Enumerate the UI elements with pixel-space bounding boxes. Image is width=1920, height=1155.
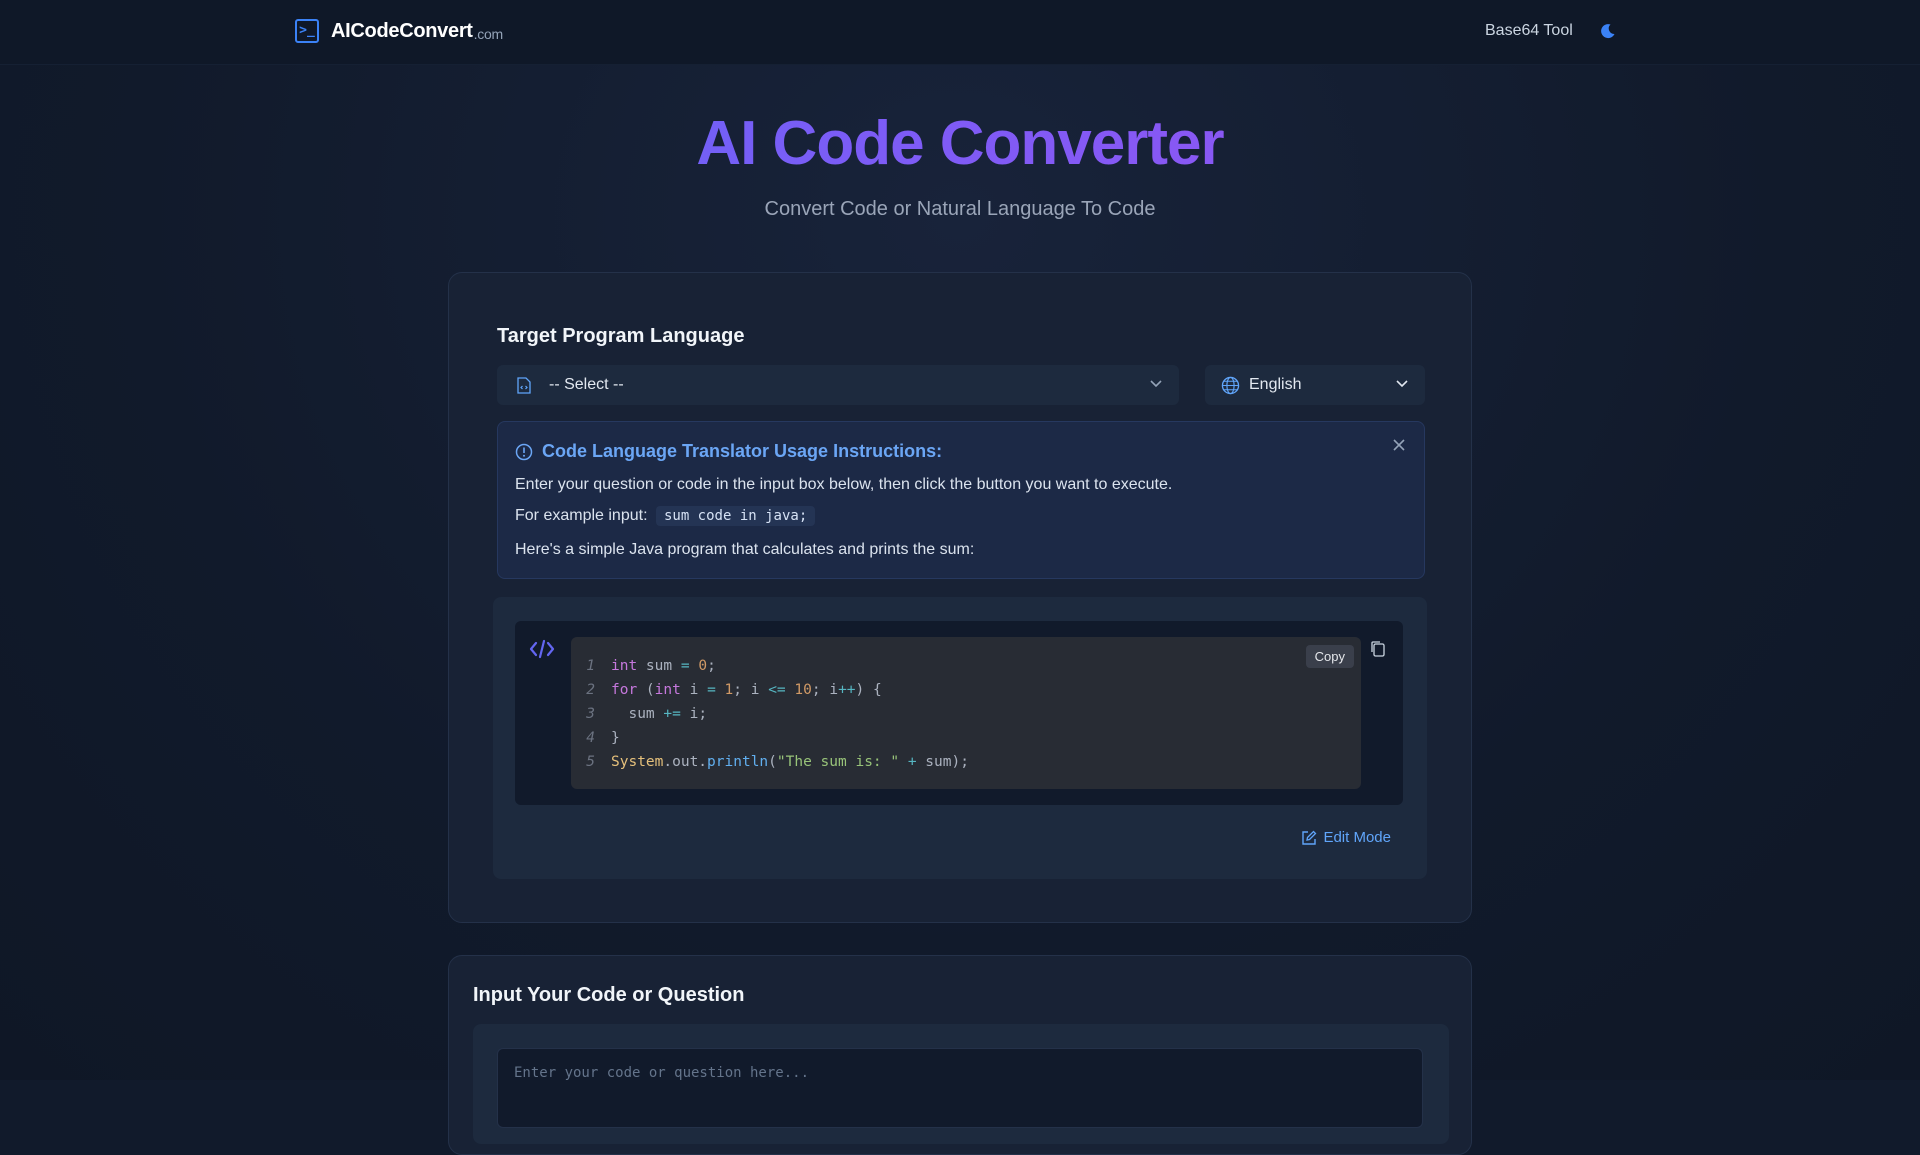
code-token: sum);	[916, 754, 969, 770]
instructions-line-1: Enter your question or code in the input…	[515, 476, 1173, 493]
instructions-line-2: For example input: sum code in java;	[515, 506, 816, 526]
code-token: +	[907, 754, 917, 770]
code-token: for	[611, 682, 638, 698]
code-token: ; i	[733, 682, 769, 698]
info-circle-icon	[515, 443, 533, 461]
input-card: Input Your Code or Question	[448, 955, 1472, 1155]
code-line: 3 sum += i;	[571, 702, 969, 726]
instructions-title: Code Language Translator Usage Instructi…	[542, 441, 943, 461]
globe-icon	[1221, 376, 1240, 395]
language-select-value: -- Select --	[549, 376, 624, 393]
edit-icon	[1302, 830, 1317, 845]
code-token: ; i	[811, 682, 839, 698]
code-token: .out.	[663, 754, 708, 770]
instructions-example-code: sum code in java;	[655, 506, 816, 526]
output-panel: 1 int sum = 0; 2 for (int i = 1; i <= 10…	[493, 597, 1427, 879]
code-token: i	[680, 682, 708, 698]
code-token: sum	[611, 706, 664, 722]
code-token: ++	[838, 682, 856, 698]
code-token: <=	[768, 682, 786, 698]
instructions-example-label: For example input:	[515, 507, 648, 524]
logo-suffix: .com	[473, 25, 503, 42]
logo[interactable]: >_ AICodeConvert.com	[295, 19, 503, 43]
code-brackets-icon	[529, 639, 555, 659]
code-token: (	[768, 754, 777, 770]
page-subtitle: Convert Code or Natural Language To Code	[764, 198, 1156, 220]
logo-text: AICodeConvert.com	[331, 20, 503, 43]
copy-button[interactable]: Copy	[1305, 645, 1354, 668]
code-token: sum	[637, 658, 681, 674]
code-token: int	[611, 658, 638, 674]
terminal-icon: >_	[295, 19, 319, 43]
locale-select[interactable]: English	[1205, 365, 1425, 405]
code-token: 0	[698, 658, 708, 674]
instructions-line-3: Here's a simple Java program that calcul…	[515, 541, 975, 558]
code-token: 10	[794, 682, 812, 698]
code-token: println	[707, 754, 769, 770]
code-token: i;	[680, 706, 708, 722]
code-lines: 1 int sum = 0; 2 for (int i = 1; i <= 10…	[571, 654, 969, 774]
line-number: 2	[586, 682, 595, 698]
top-navbar: >_ AICodeConvert.com Base64 Tool	[0, 0, 1920, 65]
section-title-target-language: Target Program Language	[497, 325, 745, 347]
code-token: +=	[663, 706, 681, 722]
code-line: 2 for (int i = 1; i <= 10; i ++) {	[571, 678, 969, 702]
locale-select-value: English	[1249, 376, 1302, 393]
language-select[interactable]: -- Select --	[497, 365, 1179, 405]
line-number: 3	[586, 706, 595, 722]
code-token: =	[680, 658, 690, 674]
input-wrapper	[473, 1024, 1449, 1144]
code-output-frame: 1 int sum = 0; 2 for (int i = 1; i <= 10…	[515, 621, 1403, 805]
file-code-icon	[517, 377, 531, 394]
code-token: System	[611, 754, 664, 770]
edit-mode-label: Edit Mode	[1323, 829, 1391, 846]
code-token: }	[611, 730, 620, 746]
code-question-input[interactable]	[497, 1048, 1423, 1128]
chevron-down-icon	[1396, 380, 1408, 388]
edit-mode-button[interactable]: Edit Mode	[1301, 829, 1391, 846]
converter-card: Target Program Language -- Select -- Eng…	[448, 272, 1472, 923]
instructions-panel: Code Language Translator Usage Instructi…	[497, 421, 1425, 579]
code-line: 1 int sum = 0;	[571, 654, 969, 678]
section-title-input: Input Your Code or Question	[473, 984, 745, 1006]
code-line: 4 }	[571, 726, 969, 750]
chevron-down-icon	[1150, 380, 1162, 388]
line-number: 1	[586, 658, 595, 674]
moon-icon[interactable]	[1600, 23, 1616, 39]
code-token: int	[654, 682, 681, 698]
code-token: =	[707, 682, 716, 698]
nav-link-base64-tool[interactable]: Base64 Tool	[1485, 22, 1573, 40]
line-number: 4	[586, 730, 595, 746]
page-title: AI Code Converter	[0, 108, 1920, 179]
code-token: ;	[707, 658, 716, 674]
code-token: 1	[724, 682, 734, 698]
logo-name: AICodeConvert	[331, 19, 473, 42]
code-token: ) {	[855, 682, 882, 698]
close-icon[interactable]	[1392, 438, 1406, 452]
code-line: 5 System .out. println("The sum is: " + su…	[571, 750, 969, 774]
code-block[interactable]: 1 int sum = 0; 2 for (int i = 1; i <= 10…	[571, 637, 1361, 789]
code-token: (	[637, 682, 655, 698]
clipboard-icon[interactable]	[1371, 641, 1385, 657]
line-number: 5	[586, 754, 595, 770]
code-token: "The sum is: "	[776, 754, 900, 770]
